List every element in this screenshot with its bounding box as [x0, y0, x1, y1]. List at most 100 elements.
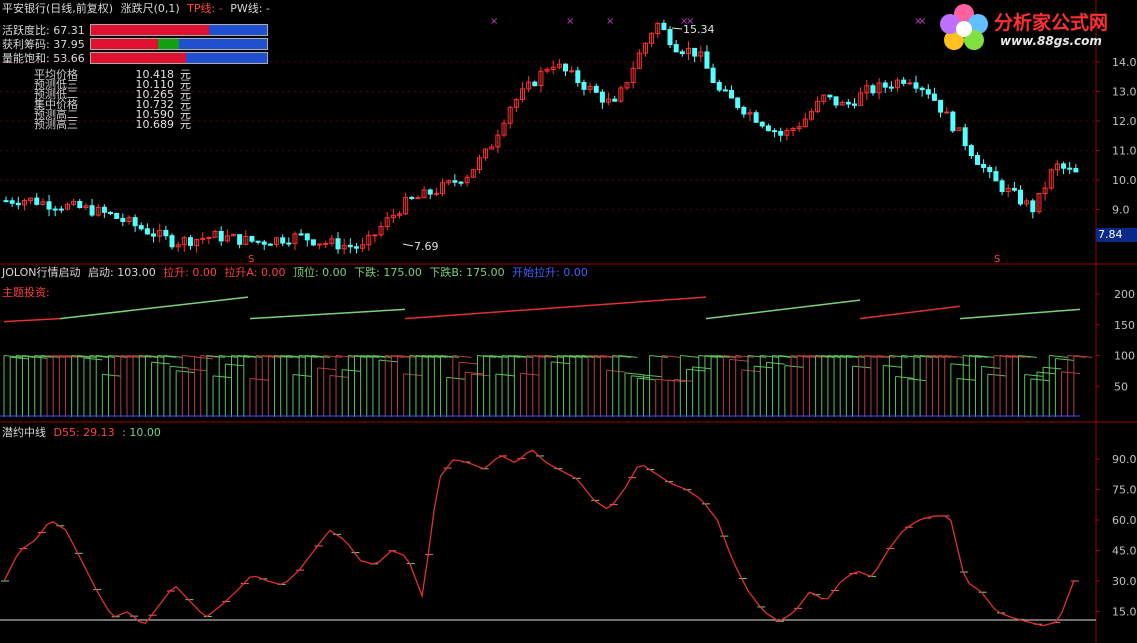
candle-body	[833, 96, 839, 106]
candle-body	[741, 106, 747, 115]
y-tick-label: 50	[1114, 380, 1128, 393]
oscillator-cap	[606, 369, 626, 373]
candle-body	[575, 70, 581, 84]
candle-body	[286, 242, 292, 245]
oscillator-cap	[729, 358, 749, 362]
candle-body	[218, 230, 224, 242]
oscillator-cap	[686, 368, 705, 372]
candle-body	[280, 237, 286, 244]
panel2-title: JOLON行情启动	[2, 266, 81, 279]
candle-body	[845, 101, 851, 105]
gauge-bar	[90, 51, 268, 64]
candle-body	[532, 81, 538, 87]
chart-window[interactable]: 14.0 13.0 12.0 11.0 10.0 9.0 15.34 7.69 × × × × × × × S…	[0, 0, 1137, 643]
oscillator-cap	[907, 378, 927, 382]
candle-body	[249, 235, 255, 242]
candle-body	[778, 130, 784, 136]
candle-body	[944, 111, 950, 114]
candle-body	[163, 229, 169, 237]
candle-body	[132, 217, 138, 227]
y-tick-label: 100	[1114, 350, 1135, 363]
oscillator-cap	[741, 369, 761, 373]
indicator-title: 涨跌尺(0,1)	[120, 2, 180, 15]
candle-body	[335, 238, 341, 250]
oscillator-cap	[852, 365, 871, 369]
candle-body	[870, 85, 876, 94]
candle-body	[974, 155, 980, 165]
candle-body	[187, 237, 193, 246]
gauge-segment	[208, 24, 267, 35]
panel2-fallB: 下跌B: 175.00	[429, 266, 505, 279]
candle-body	[765, 125, 771, 132]
candle-body	[52, 208, 58, 211]
candle-body	[919, 87, 925, 91]
y-tick-label: 10.0	[1112, 174, 1137, 187]
candle-body	[9, 200, 15, 204]
oscillator-cap	[680, 355, 699, 358]
candle-body	[950, 111, 956, 132]
trend-line	[3, 317, 61, 323]
oscillator-cap	[631, 375, 650, 379]
gauge-segment	[178, 38, 267, 49]
candle-body	[169, 235, 175, 248]
oscillator-cap	[643, 374, 662, 378]
low-marker	[402, 243, 414, 247]
y-tick-label: 15.0	[1112, 606, 1137, 619]
candle-body	[1011, 187, 1017, 191]
candle-body	[772, 130, 778, 133]
candle-body	[667, 29, 673, 46]
logo-title: 分析家公式网	[994, 12, 1109, 34]
oscillator-cap	[551, 361, 570, 365]
gauge-label: 量能饱和: 53.66	[2, 51, 85, 65]
panel2-fall: 下跌: 175.00	[354, 266, 422, 279]
sell-signal-mark: S	[994, 254, 1000, 265]
oscillator-cap	[225, 363, 244, 367]
oscillator-cap	[784, 365, 804, 368]
candle-body	[101, 206, 107, 213]
y-tick-label: 60.0	[1112, 514, 1137, 527]
oscillator-cap	[83, 357, 103, 361]
site-logo[interactable]: 分析家公式网 www.88gs.com	[936, 2, 1136, 52]
oscillator-cap	[624, 372, 644, 376]
flower-icon	[940, 4, 988, 50]
candle-body	[938, 99, 944, 113]
oscillator-cap	[637, 377, 656, 381]
candle-body	[987, 167, 993, 173]
candle-body	[679, 51, 685, 55]
candle-body	[298, 233, 304, 236]
panel3-d55: D55: 29.13	[53, 426, 115, 439]
oscillator-cap	[692, 366, 712, 370]
gauge-activity: 活跃度比: 67.31	[2, 23, 268, 37]
candle-body	[15, 202, 21, 206]
candle-body	[735, 97, 741, 108]
oscillator-cap	[495, 373, 515, 377]
pw-line-label: PW线: -	[230, 2, 270, 15]
candle-body	[993, 171, 999, 182]
y-tick-label: 14.0	[1112, 56, 1137, 69]
candle-body	[58, 208, 64, 211]
candle-body	[907, 82, 913, 85]
oscillator-cap	[987, 373, 1007, 377]
high-marker	[671, 27, 683, 30]
x-marker: ×	[918, 16, 926, 27]
candle-body	[882, 82, 888, 88]
candle-body	[255, 240, 261, 243]
candle-body	[888, 86, 894, 89]
candle-body	[415, 197, 421, 200]
oscillator-cap	[169, 365, 189, 369]
panel2-open-up: 开始拉升: 0.00	[512, 266, 588, 279]
oscillator-cap	[754, 365, 773, 369]
gauge-segment	[186, 52, 267, 63]
oscillator-cap	[956, 377, 976, 381]
candle-body	[3, 200, 9, 203]
candle-body	[323, 242, 329, 245]
candle-body	[310, 239, 316, 246]
candle-body	[968, 145, 974, 157]
trend-line	[959, 308, 1081, 320]
candle-body	[722, 89, 728, 92]
sell-signal-mark: S	[248, 254, 254, 265]
candle-body	[673, 44, 679, 53]
oscillator-cap	[379, 359, 398, 363]
oscillator-cap	[176, 370, 195, 374]
candle-body	[569, 70, 575, 73]
